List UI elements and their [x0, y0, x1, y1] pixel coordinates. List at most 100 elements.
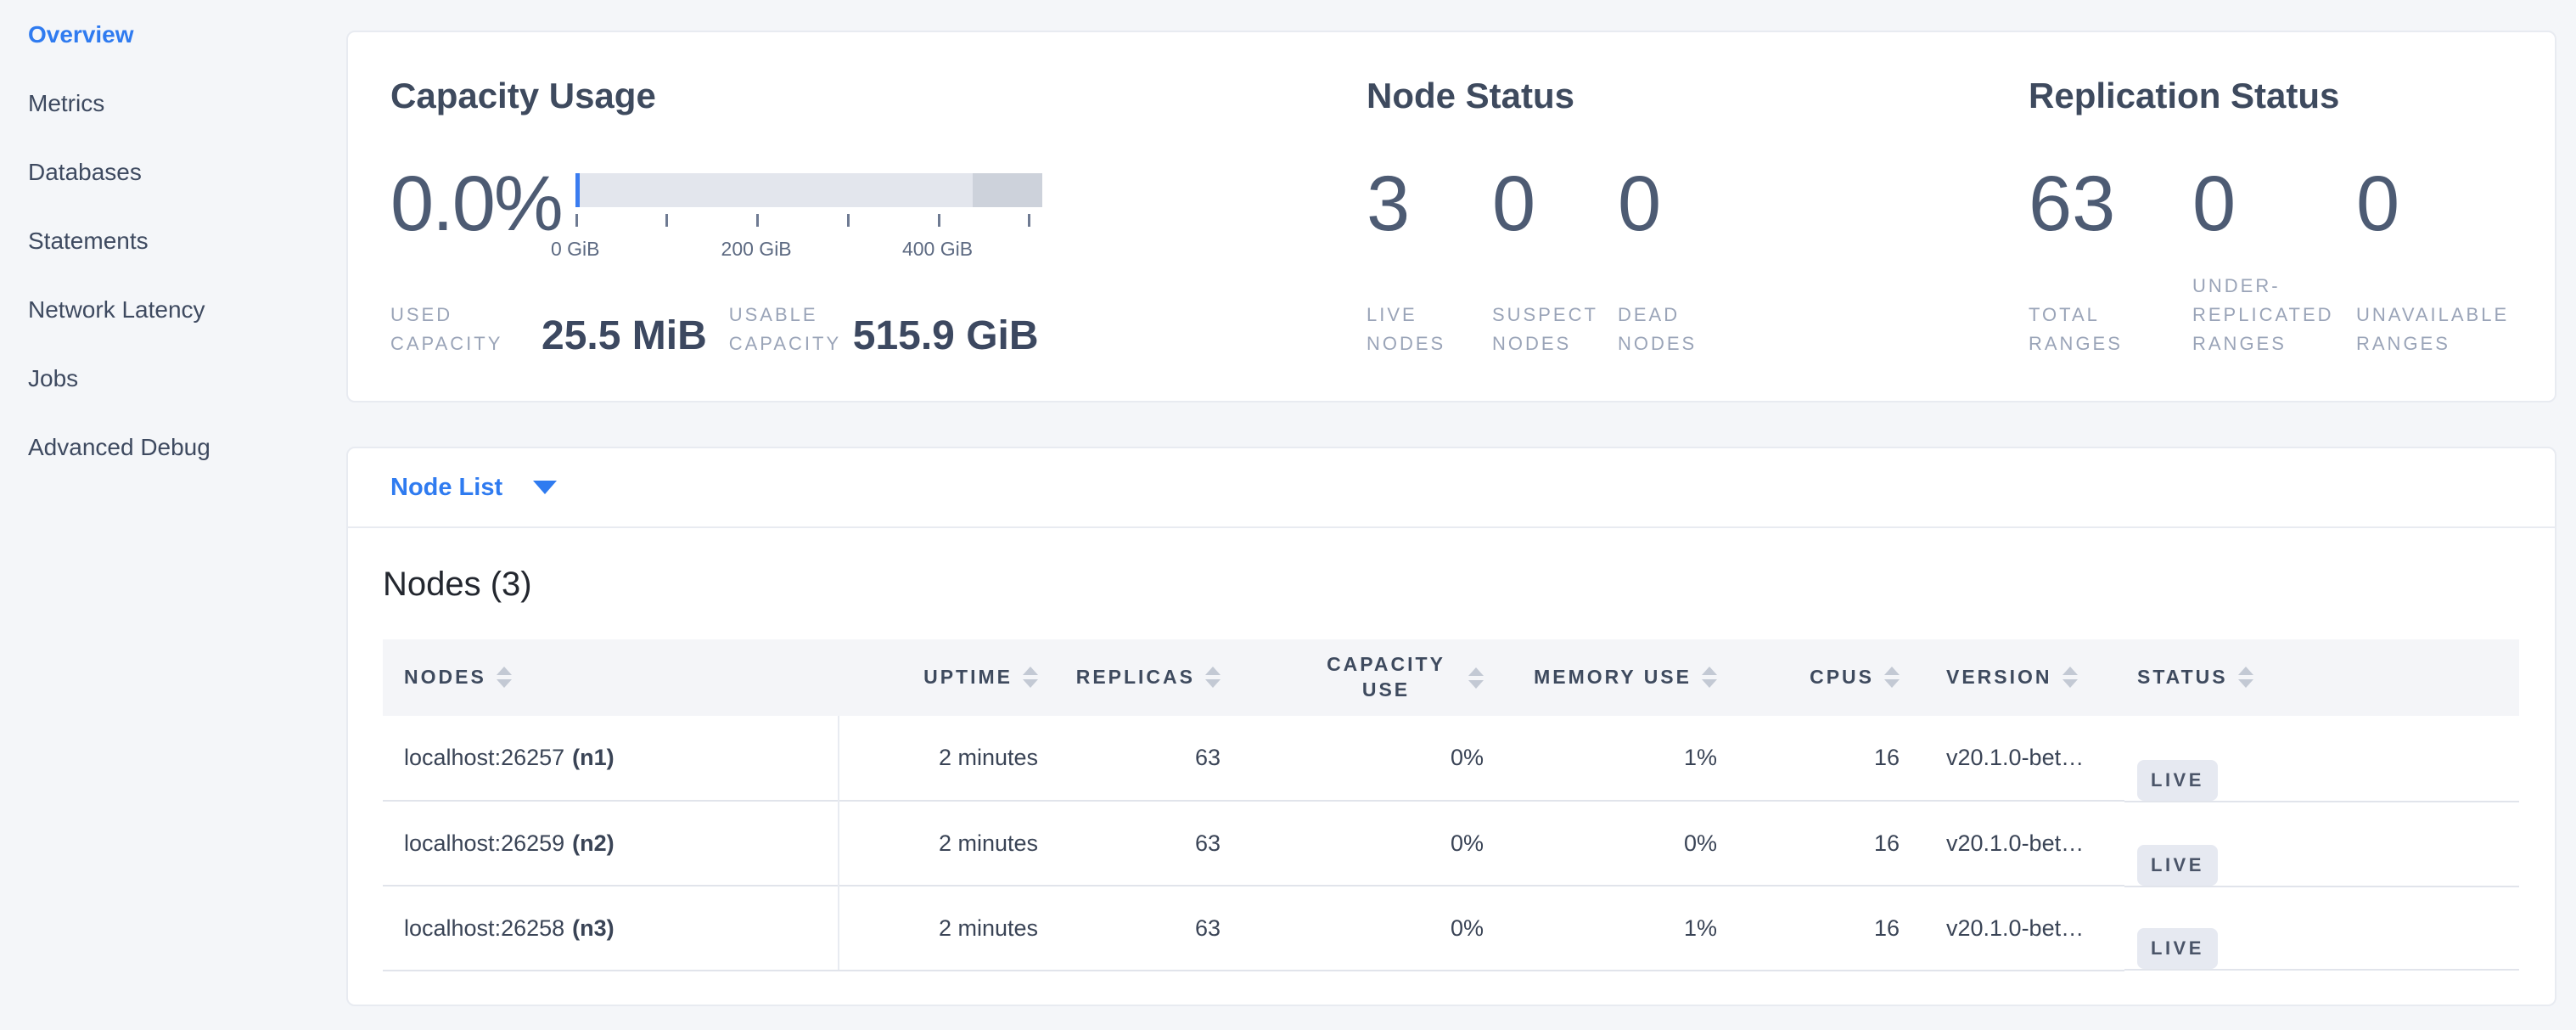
capacity-gauge: 0 GiB 200 GiB 400 GiB	[575, 173, 1042, 243]
admin-ui-page: Overview Metrics Databases Statements Ne…	[0, 0, 2576, 1030]
sort-icon	[1205, 667, 1221, 688]
axis-label-400gib: 400 GiB	[902, 238, 973, 261]
replicas-cell: 63	[1051, 801, 1233, 886]
column-label: Version	[1946, 665, 2052, 690]
node-address-cell[interactable]: localhost:26259(n2)	[383, 801, 839, 886]
uptime-cell: 2 minutes	[839, 716, 1051, 801]
node-list-dropdown-label: Node List	[390, 474, 502, 502]
node-address: localhost:26258	[404, 915, 564, 941]
memory-use-cell: 1%	[1496, 886, 1730, 971]
axis-label-0gib: 0 GiB	[551, 238, 600, 261]
axis-label-200gib: 200 GiB	[721, 238, 792, 261]
capacity-gauge-overcommit-segment	[973, 173, 1041, 207]
under-replicated-ranges-label: UNDER-REPLICATED RANGES	[2192, 272, 2350, 358]
sort-icon	[2238, 667, 2253, 688]
dead-nodes-label: DEAD NODES	[1618, 301, 1728, 358]
axis-tick	[575, 214, 578, 227]
chevron-down-icon	[533, 481, 557, 494]
column-label: Replicas	[1076, 665, 1195, 690]
sidebar-item-network-latency[interactable]: Network Latency	[0, 275, 346, 344]
sort-icon	[497, 667, 512, 688]
live-nodes-value: 3	[1367, 165, 1492, 243]
node-id: (n3)	[572, 915, 615, 941]
sort-icon	[2062, 667, 2078, 688]
cluster-summary-card: Capacity Usage 0.0% 0 Gi	[346, 31, 2556, 402]
usable-capacity-value: 515.9 GiB	[853, 316, 1039, 357]
sort-icon	[1023, 667, 1038, 688]
capacity-use-cell: 0%	[1233, 716, 1496, 801]
suspect-nodes-value: 0	[1492, 165, 1618, 243]
uptime-cell: 2 minutes	[839, 801, 1051, 886]
under-replicated-ranges-value: 0	[2192, 165, 2356, 243]
column-header-status[interactable]: Status	[2124, 639, 2519, 716]
column-header-capacity-use[interactable]: Capacity Use	[1233, 639, 1496, 716]
node-list-card: Node List Nodes (3) Nodes	[346, 447, 2556, 1006]
total-ranges-metric: 63 TOTAL RANGES	[2029, 165, 2192, 358]
replication-status-metrics: 63 TOTAL RANGES 0 UNDER-REPLICATED RANGE…	[2029, 165, 2521, 358]
axis-tick	[938, 214, 940, 227]
capacity-used-percent: 0.0%	[390, 165, 562, 243]
unavailable-ranges-metric: 0 UNAVAILABLE RANGES	[2356, 165, 2520, 358]
column-header-replicas[interactable]: Replicas	[1051, 639, 1233, 716]
dead-nodes-value: 0	[1618, 165, 1743, 243]
node-id: (n1)	[572, 745, 615, 770]
under-replicated-ranges-metric: 0 UNDER-REPLICATED RANGES	[2192, 165, 2356, 358]
capacity-gauge-bar	[575, 173, 1042, 207]
column-header-memory-use[interactable]: Memory Use	[1496, 639, 1730, 716]
axis-tick	[665, 214, 668, 227]
column-header-cpus[interactable]: CPUs	[1730, 639, 1912, 716]
node-status-title: Node Status	[1367, 78, 2029, 114]
sidebar-item-advanced-debug[interactable]: Advanced Debug	[0, 413, 346, 481]
dead-nodes-metric: 0 DEAD NODES	[1618, 165, 1743, 358]
used-capacity-label: USED CAPACITY	[390, 301, 530, 358]
version-cell: v20.1.0-bet…	[1912, 801, 2124, 886]
status-cell: LIVE	[2124, 886, 2519, 971]
sidebar: Overview Metrics Databases Statements Ne…	[0, 0, 346, 1030]
version-cell: v20.1.0-bet…	[1912, 716, 2124, 801]
axis-tick	[847, 214, 850, 227]
view-selector-row: Node List	[348, 448, 2555, 528]
sidebar-item-statements[interactable]: Statements	[0, 206, 346, 275]
capacity-gauge-row: 0.0% 0 GiB 200 GiB	[390, 165, 1367, 243]
table-row-node-3[interactable]: localhost:26258(n3) 2 minutes 63 0% 1% 1…	[383, 886, 2519, 971]
column-label: Memory Use	[1534, 665, 1692, 690]
total-ranges-value: 63	[2029, 165, 2192, 243]
sidebar-item-metrics[interactable]: Metrics	[0, 69, 346, 138]
suspect-nodes-metric: 0 SUSPECT NODES	[1492, 165, 1618, 358]
nodes-section-title: Nodes (3)	[383, 566, 2519, 604]
node-list-dropdown[interactable]: Node List	[390, 474, 557, 502]
node-address: localhost:26259	[404, 830, 564, 856]
nodes-table-header-row: Nodes Uptime Replicas Capacity Use	[383, 639, 2519, 716]
node-address-cell[interactable]: localhost:26257(n1)	[383, 716, 839, 801]
table-row-node-1[interactable]: localhost:26257(n1) 2 minutes 63 0% 1% 1…	[383, 716, 2519, 801]
unavailable-ranges-label: UNAVAILABLE RANGES	[2356, 301, 2514, 358]
replicas-cell: 63	[1051, 886, 1233, 971]
table-row-node-2[interactable]: localhost:26259(n2) 2 minutes 63 0% 0% 1…	[383, 801, 2519, 886]
node-status-metrics: 3 LIVE NODES 0 SUSPECT NODES 0 DEAD NODE…	[1367, 165, 2029, 358]
capacity-gauge-used-marker	[575, 173, 580, 207]
node-address-cell[interactable]: localhost:26258 (n3)	[383, 886, 839, 971]
used-capacity-stat: USED CAPACITY 25.5 MiB	[390, 301, 707, 358]
column-label: Uptime	[923, 665, 1013, 690]
column-label: Nodes	[404, 665, 486, 690]
sort-icon	[1884, 667, 1900, 688]
cpus-cell: 16	[1730, 716, 1912, 801]
sort-icon	[1702, 667, 1717, 688]
column-header-version[interactable]: Version	[1912, 639, 2124, 716]
column-header-uptime[interactable]: Uptime	[839, 639, 1051, 716]
replication-status-panel: Replication Status 63 TOTAL RANGES 0 UND…	[2029, 78, 2521, 358]
usable-capacity-stat: USABLE CAPACITY 515.9 GiB	[729, 301, 1039, 358]
axis-tick	[756, 214, 759, 227]
sidebar-item-overview[interactable]: Overview	[0, 0, 346, 69]
nodes-section: Nodes (3) Nodes Uptime	[348, 528, 2555, 971]
sidebar-item-jobs[interactable]: Jobs	[0, 344, 346, 413]
column-header-nodes[interactable]: Nodes	[383, 639, 839, 716]
replication-status-title: Replication Status	[2029, 78, 2521, 114]
replicas-cell: 63	[1051, 716, 1233, 801]
axis-tick	[1028, 214, 1030, 227]
used-capacity-value: 25.5 MiB	[542, 316, 707, 357]
sidebar-item-databases[interactable]: Databases	[0, 138, 346, 206]
unavailable-ranges-value: 0	[2356, 165, 2520, 243]
capacity-usage-panel: Capacity Usage 0.0% 0 Gi	[390, 78, 1367, 358]
cpus-cell: 16	[1730, 886, 1912, 971]
